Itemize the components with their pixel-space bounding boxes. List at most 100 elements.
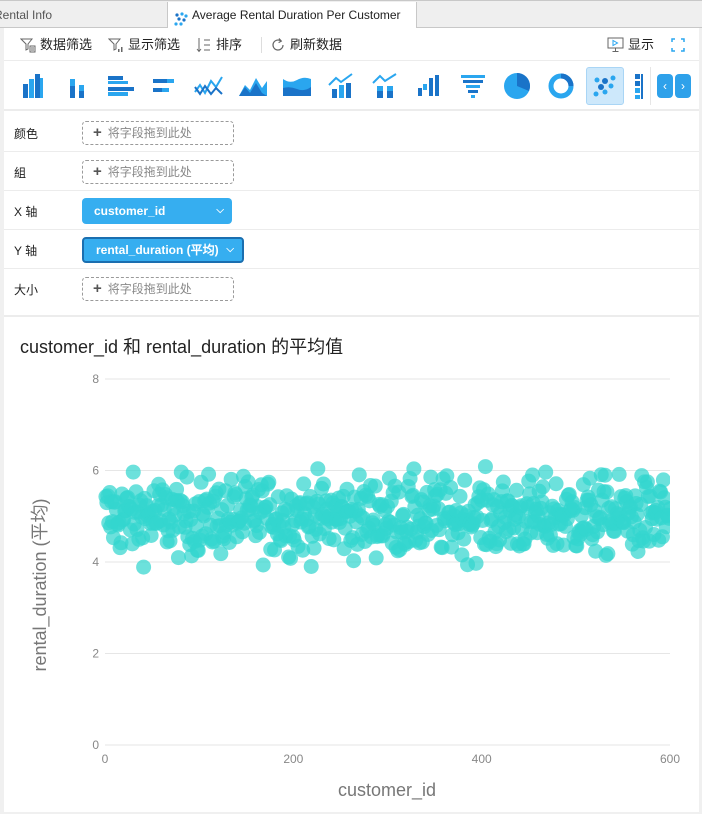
- fullscreen-icon: [671, 38, 685, 52]
- scatter-point[interactable]: [655, 472, 671, 488]
- scatter-point[interactable]: [201, 466, 217, 482]
- scatter-point[interactable]: [315, 476, 331, 492]
- scroll-right-button[interactable]: ›: [675, 74, 691, 98]
- scatter-point[interactable]: [538, 464, 554, 480]
- tab-bar: Rental Info Average Rental Duration Per …: [0, 0, 702, 30]
- chart-type-line[interactable]: [190, 67, 228, 105]
- scatter-point[interactable]: [639, 474, 655, 490]
- chart-type-clustered-column[interactable]: [14, 67, 52, 105]
- y-tick-label: 8: [92, 372, 99, 386]
- field-value: customer_id: [94, 204, 166, 218]
- scatter-point[interactable]: [662, 501, 678, 517]
- tab-average-rental-duration[interactable]: Average Rental Duration Per Customer: [168, 2, 417, 30]
- x-tick-label: 400: [472, 752, 492, 766]
- scatter-point[interactable]: [125, 464, 141, 480]
- scatter-point[interactable]: [261, 474, 277, 490]
- sort-button[interactable]: 排序: [196, 35, 242, 55]
- scatter-point[interactable]: [306, 540, 322, 556]
- display-filter-button[interactable]: 显示筛选: [108, 35, 180, 55]
- scatter-point[interactable]: [477, 459, 493, 475]
- field-label: X 轴: [14, 205, 38, 219]
- chevron-down-icon[interactable]: ⌵: [216, 198, 224, 224]
- scatter-point[interactable]: [548, 476, 564, 492]
- scatter-point[interactable]: [468, 555, 484, 571]
- scatter-point[interactable]: [599, 484, 615, 500]
- scatter-point[interactable]: [255, 557, 271, 573]
- scatter-point[interactable]: [136, 559, 152, 575]
- scroll-left-button[interactable]: ‹: [657, 74, 673, 98]
- chart-type-table[interactable]: [630, 67, 648, 105]
- scatter-point[interactable]: [179, 469, 195, 485]
- x-axis-field-pill[interactable]: customer_id ⌵: [82, 198, 232, 224]
- drop-placeholder: 将字段拖到此处: [107, 282, 192, 296]
- show-button[interactable]: 显示: [607, 35, 654, 55]
- fullscreen-button[interactable]: [671, 35, 685, 55]
- tab-label: Average Rental Duration Per Customer: [192, 8, 401, 22]
- chart-type-stacked-bar[interactable]: [145, 67, 183, 105]
- line-column-icon: [328, 73, 353, 98]
- y-tick-label: 4: [92, 555, 99, 569]
- table-icon: [635, 74, 643, 99]
- scatter-point[interactable]: [457, 472, 473, 488]
- scatter-point[interactable]: [351, 467, 367, 483]
- scatter-point[interactable]: [346, 553, 362, 569]
- chart-type-area[interactable]: [234, 67, 272, 105]
- data-filter-button[interactable]: 数据筛选: [20, 35, 92, 55]
- funnel-icon: [461, 75, 485, 98]
- scatter-point[interactable]: [452, 488, 468, 504]
- scatter-point[interactable]: [597, 467, 613, 483]
- display-filter-icon: [108, 38, 123, 52]
- field-row-color: 颜色 + 将字段拖到此处: [4, 113, 699, 152]
- chart-type-line-column[interactable]: [322, 67, 360, 105]
- chart-type-separator: [650, 67, 651, 105]
- scatter-point[interactable]: [310, 461, 326, 477]
- x-tick-label: 600: [660, 752, 680, 766]
- clustered-bar-icon: [108, 76, 134, 96]
- scatter-point[interactable]: [495, 474, 511, 490]
- scatter-point[interactable]: [296, 476, 312, 492]
- chart-type-clustered-bar[interactable]: [102, 67, 140, 105]
- scatter-point[interactable]: [611, 466, 627, 482]
- refresh-label: 刷新数据: [290, 37, 343, 52]
- size-drop-zone[interactable]: + 将字段拖到此处: [82, 277, 234, 301]
- field-row-group: 組 + 将字段拖到此处: [4, 152, 699, 191]
- scatter-point[interactable]: [600, 546, 616, 562]
- stacked-bar-icon: [153, 79, 174, 92]
- stacked-area-icon: [283, 77, 311, 96]
- scatter-point[interactable]: [367, 478, 383, 494]
- scatter-point[interactable]: [368, 550, 384, 566]
- sort-icon: [196, 38, 210, 53]
- chart-type-bar: ‹ ›: [4, 61, 699, 111]
- chart-type-pie[interactable]: [498, 67, 536, 105]
- refresh-data-button[interactable]: 刷新数据: [270, 35, 342, 55]
- chart-type-line-stacked-column[interactable]: [366, 67, 404, 105]
- tab-rental-info[interactable]: Rental Info: [0, 2, 168, 28]
- color-drop-zone[interactable]: + 将字段拖到此处: [82, 121, 234, 145]
- scatter-point[interactable]: [535, 479, 551, 495]
- scatter-point[interactable]: [303, 558, 319, 574]
- plus-icon: +: [93, 163, 102, 180]
- y-axis-field-pill[interactable]: rental_duration (平均) ⌵: [82, 237, 244, 263]
- tab-label: Rental Info: [0, 8, 53, 22]
- scatter-point[interactable]: [406, 461, 422, 477]
- chart-type-donut[interactable]: [542, 67, 580, 105]
- chart-type-scatter[interactable]: [586, 67, 624, 105]
- chart-type-funnel[interactable]: [454, 67, 492, 105]
- scatter-point[interactable]: [509, 482, 525, 498]
- chart-type-stacked-column[interactable]: [58, 67, 96, 105]
- y-tick-label: 2: [92, 647, 99, 661]
- scatter-point[interactable]: [170, 550, 186, 566]
- chart-type-stacked-area[interactable]: [278, 67, 316, 105]
- chevron-down-icon[interactable]: ⌵: [226, 239, 234, 261]
- x-axis-label: customer_id: [338, 780, 436, 801]
- field-label: 大小: [14, 283, 39, 297]
- field-row-x-axis: X 轴 customer_id ⌵: [4, 191, 699, 230]
- scatter-plot[interactable]: 0 2 4 6 8 0 200 400 600 customer_id rental_durat…: [4, 317, 699, 814]
- scatter-point[interactable]: [525, 467, 541, 483]
- group-drop-zone[interactable]: + 将字段拖到此处: [82, 160, 234, 184]
- chart-editor-panel: 数据筛选 显示筛选 排序 刷新数据 显示 ‹ › 颜色 + 将字段拖到此处 組 …: [4, 28, 699, 812]
- line-stacked-column-icon: [372, 73, 397, 98]
- display-filter-label: 显示筛选: [128, 37, 181, 52]
- field-label: 組: [14, 166, 27, 180]
- chart-type-waterfall[interactable]: [410, 67, 448, 105]
